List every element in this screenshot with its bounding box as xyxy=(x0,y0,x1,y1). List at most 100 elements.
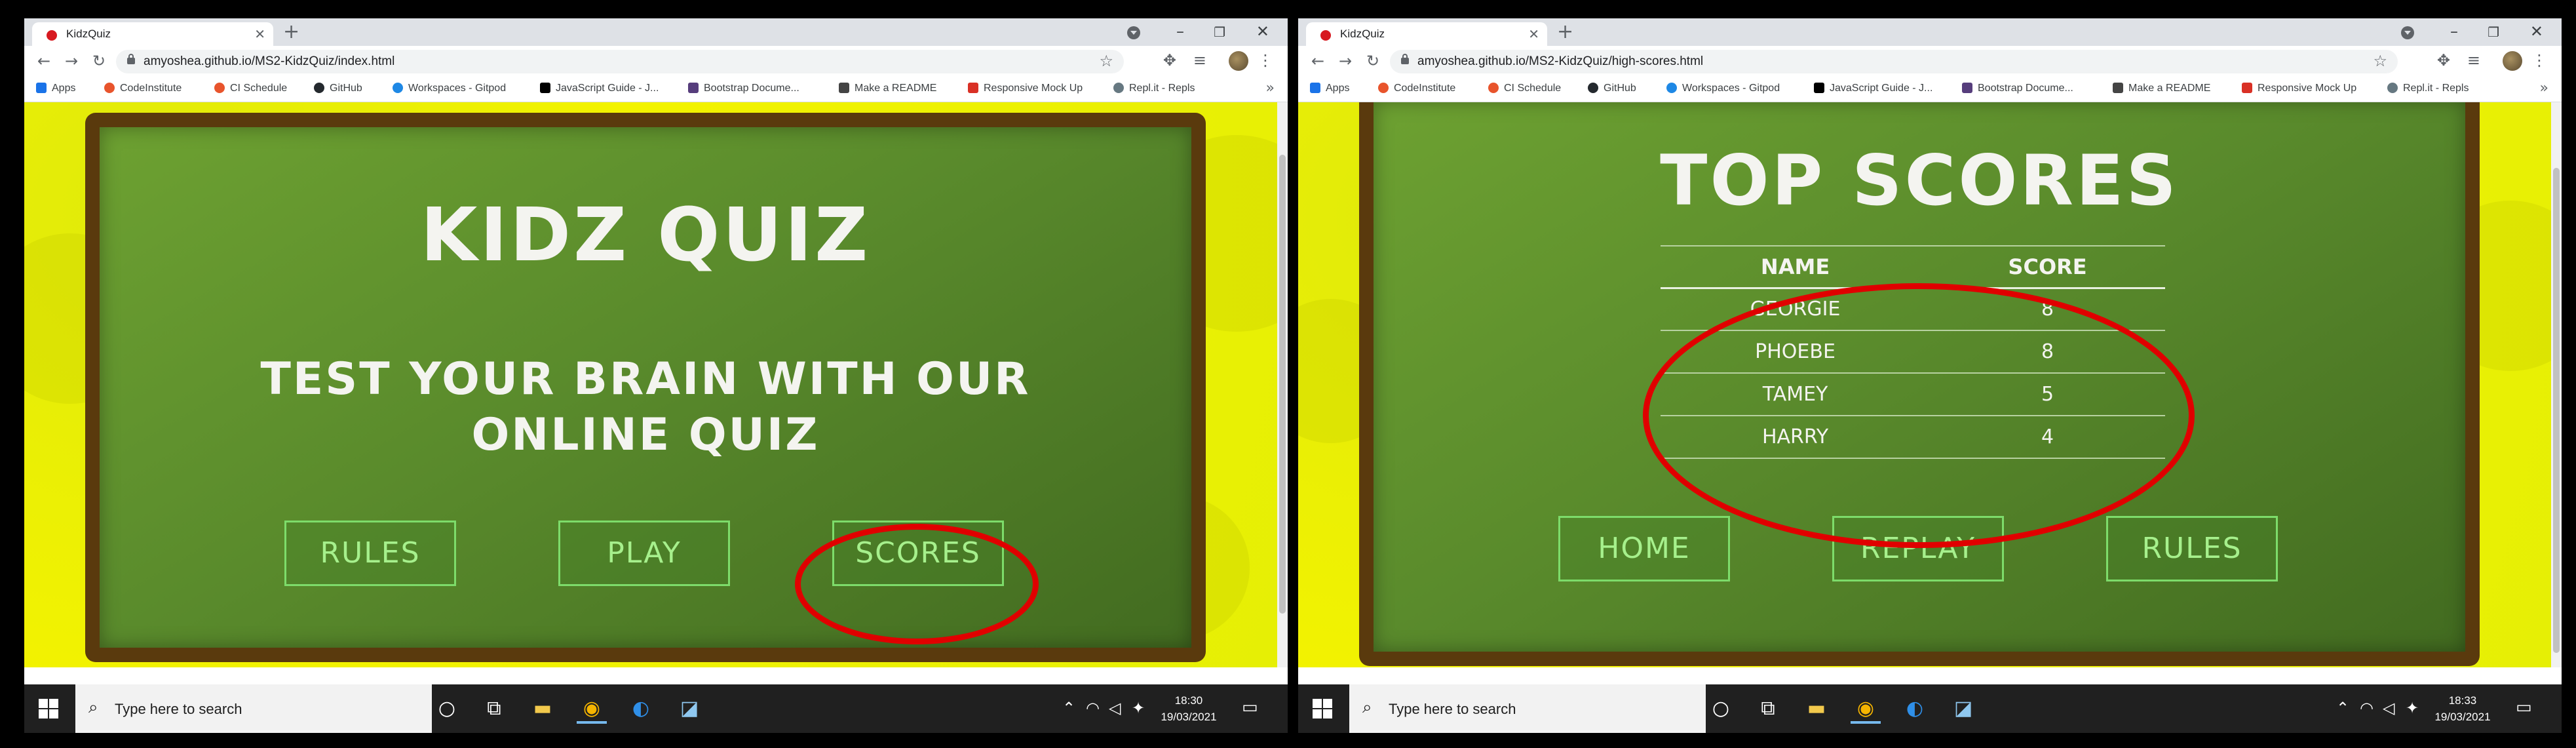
more-bookmarks-icon[interactable]: » xyxy=(1266,80,1275,96)
ci-schedule-icon xyxy=(1488,83,1499,93)
bookmark-responsive[interactable]: Responsive Mock Up xyxy=(2242,83,2356,94)
chrome-icon[interactable]: ◉ xyxy=(577,694,607,724)
task-view-icon[interactable]: ⧉ xyxy=(479,694,509,724)
search-icon: ⌕ xyxy=(88,698,98,717)
replit-icon xyxy=(1113,83,1124,93)
more-bookmarks-icon[interactable]: » xyxy=(2540,80,2548,96)
bookmark-codeinstitute[interactable]: CodeInstitute xyxy=(104,83,182,94)
tab-strip: KidzQuiz ✕ + – ❐ ✕ xyxy=(24,18,1288,46)
dropbox-icon[interactable]: ✦ xyxy=(1132,699,1145,717)
forward-arrow-icon[interactable]: → xyxy=(65,52,78,70)
vpn-app-icon[interactable]: ◐ xyxy=(1900,694,1930,724)
close-tab-icon[interactable]: ✕ xyxy=(1528,26,1539,42)
bookmark-replit[interactable]: Repl.it - Repls xyxy=(2387,83,2469,94)
reload-icon[interactable]: ↻ xyxy=(92,52,106,70)
browser-tab[interactable]: KidzQuiz ✕ xyxy=(32,22,273,46)
page-content-home: KIDZ QUIZ TEST YOUR BRAIN WITH OUR ONLIN… xyxy=(24,102,1277,667)
profile-avatar[interactable] xyxy=(1229,51,1248,71)
bookmark-gitpod[interactable]: Workspaces - Gitpod xyxy=(393,83,506,94)
play-button[interactable]: PLAY xyxy=(558,521,730,586)
bookmark-bootstrap[interactable]: Bootstrap Docume... xyxy=(1962,83,2073,94)
bookmark-apps[interactable]: Apps xyxy=(36,83,75,94)
bookmark-javascript-guide[interactable]: JavaScript Guide - J... xyxy=(1814,83,1932,94)
bookmark-github[interactable]: GitHub xyxy=(1588,83,1636,94)
forward-arrow-icon[interactable]: → xyxy=(1339,52,1352,70)
url-text[interactable]: amyoshea.github.io/MS2-KidzQuiz/high-sco… xyxy=(1417,54,1703,69)
rules-button[interactable]: RULES xyxy=(284,521,456,586)
scroll-thumb[interactable] xyxy=(1279,155,1286,614)
extensions-puzzle-icon[interactable]: ✥ xyxy=(1163,51,1176,69)
bookmark-ci-schedule[interactable]: CI Schedule xyxy=(1488,83,1561,94)
menu-kebab-icon[interactable]: ⋮ xyxy=(2531,51,2547,69)
menu-kebab-icon[interactable]: ⋮ xyxy=(1258,51,1273,69)
bookmark-gitpod[interactable]: Workspaces - Gitpod xyxy=(1666,83,1780,94)
volume-icon[interactable]: ◁ xyxy=(2383,699,2394,717)
restore-icon[interactable]: ❐ xyxy=(2488,24,2499,40)
new-tab-icon[interactable]: + xyxy=(283,20,299,43)
close-window-icon[interactable]: ✕ xyxy=(1256,22,1269,41)
file-explorer-icon[interactable]: ▬ xyxy=(1801,694,1832,724)
bookmark-bootstrap[interactable]: Bootstrap Docume... xyxy=(688,83,799,94)
extensions-puzzle-icon[interactable]: ✥ xyxy=(2437,51,2450,69)
bookmark-star-icon[interactable]: ☆ xyxy=(1099,52,1113,70)
notification-icon[interactable]: ▭ xyxy=(2516,698,2532,717)
bookmark-responsive[interactable]: Responsive Mock Up xyxy=(968,83,1083,94)
back-arrow-icon[interactable]: ← xyxy=(1311,52,1324,70)
minimize-icon[interactable]: – xyxy=(2450,22,2458,41)
wifi-icon[interactable]: ◠ xyxy=(1086,699,1100,717)
rules-button[interactable]: RULES xyxy=(2106,516,2278,581)
window-app-icon[interactable]: ◪ xyxy=(674,694,704,724)
bookmark-star-icon[interactable]: ☆ xyxy=(2373,52,2387,70)
bookmark-ci-schedule[interactable]: CI Schedule xyxy=(214,83,287,94)
url-text[interactable]: amyoshea.github.io/MS2-KidzQuiz/index.ht… xyxy=(144,54,394,69)
minimize-icon[interactable]: – xyxy=(1176,22,1184,41)
gitpod-icon xyxy=(393,83,403,93)
vertical-scrollbar[interactable] xyxy=(2551,102,2562,667)
bookmark-readme[interactable]: Make a README xyxy=(839,83,936,94)
system-clock[interactable]: 18:30 19/03/2021 xyxy=(1153,692,1225,725)
bookmark-readme[interactable]: Make a README xyxy=(2113,83,2210,94)
file-explorer-icon[interactable]: ▬ xyxy=(528,694,558,724)
volume-icon[interactable]: ◁ xyxy=(1109,699,1121,717)
close-window-icon[interactable]: ✕ xyxy=(2530,22,2543,41)
bookmark-codeinstitute[interactable]: CodeInstitute xyxy=(1378,83,1455,94)
system-clock[interactable]: 18:33 19/03/2021 xyxy=(2427,692,2499,725)
reading-list-icon[interactable]: ≡ xyxy=(1193,51,1206,69)
bookmark-replit[interactable]: Repl.it - Repls xyxy=(1113,83,1195,94)
tray-chevron-icon[interactable]: ⌃ xyxy=(1062,699,1075,717)
tab-search-icon[interactable] xyxy=(2401,26,2414,39)
browser-window-scores: KidzQuiz ✕ + – ❐ ✕ ← → ↻ amyoshea.github… xyxy=(1298,18,2562,733)
taskbar-search-box[interactable]: ⌕ Type here to search xyxy=(75,684,432,733)
chrome-icon[interactable]: ◉ xyxy=(1851,694,1881,724)
profile-avatar[interactable] xyxy=(2503,51,2522,71)
cortana-circle-icon[interactable]: ○ xyxy=(1706,694,1736,724)
bookmark-javascript-guide[interactable]: JavaScript Guide - J... xyxy=(540,83,659,94)
wifi-icon[interactable]: ◠ xyxy=(2360,699,2374,717)
address-bar[interactable]: amyoshea.github.io/MS2-KidzQuiz/high-sco… xyxy=(1390,50,2398,73)
windows-start-icon[interactable] xyxy=(39,699,58,718)
tray-chevron-icon[interactable]: ⌃ xyxy=(2336,699,2349,717)
address-bar[interactable]: amyoshea.github.io/MS2-KidzQuiz/index.ht… xyxy=(116,50,1124,73)
browser-tab[interactable]: KidzQuiz ✕ xyxy=(1306,22,1547,46)
back-arrow-icon[interactable]: ← xyxy=(37,52,50,70)
home-button[interactable]: HOME xyxy=(1558,516,1730,581)
scroll-thumb[interactable] xyxy=(2553,168,2560,653)
new-tab-icon[interactable]: + xyxy=(1557,20,1573,43)
task-view-icon[interactable]: ⧉ xyxy=(1753,694,1783,724)
bookmark-apps[interactable]: Apps xyxy=(1310,83,1349,94)
dropbox-icon[interactable]: ✦ xyxy=(2406,699,2419,717)
reading-list-icon[interactable]: ≡ xyxy=(2467,51,2480,69)
restore-icon[interactable]: ❐ xyxy=(1214,24,1225,40)
taskbar-search-box[interactable]: ⌕ Type here to search xyxy=(1349,684,1706,733)
tab-search-icon[interactable] xyxy=(1127,26,1140,39)
window-app-icon[interactable]: ◪ xyxy=(1948,694,1978,724)
notification-icon[interactable]: ▭ xyxy=(1242,698,1258,717)
vpn-app-icon[interactable]: ◐ xyxy=(626,694,656,724)
bookmark-github[interactable]: GitHub xyxy=(314,83,362,94)
windows-start-icon[interactable] xyxy=(1313,699,1332,718)
bookmarks-bar: Apps CodeInstitute CI Schedule GitHub Wo… xyxy=(24,77,1288,102)
close-tab-icon[interactable]: ✕ xyxy=(254,26,265,42)
reload-icon[interactable]: ↻ xyxy=(1366,52,1379,70)
vertical-scrollbar[interactable] xyxy=(1277,102,1288,667)
cortana-circle-icon[interactable]: ○ xyxy=(432,694,462,724)
